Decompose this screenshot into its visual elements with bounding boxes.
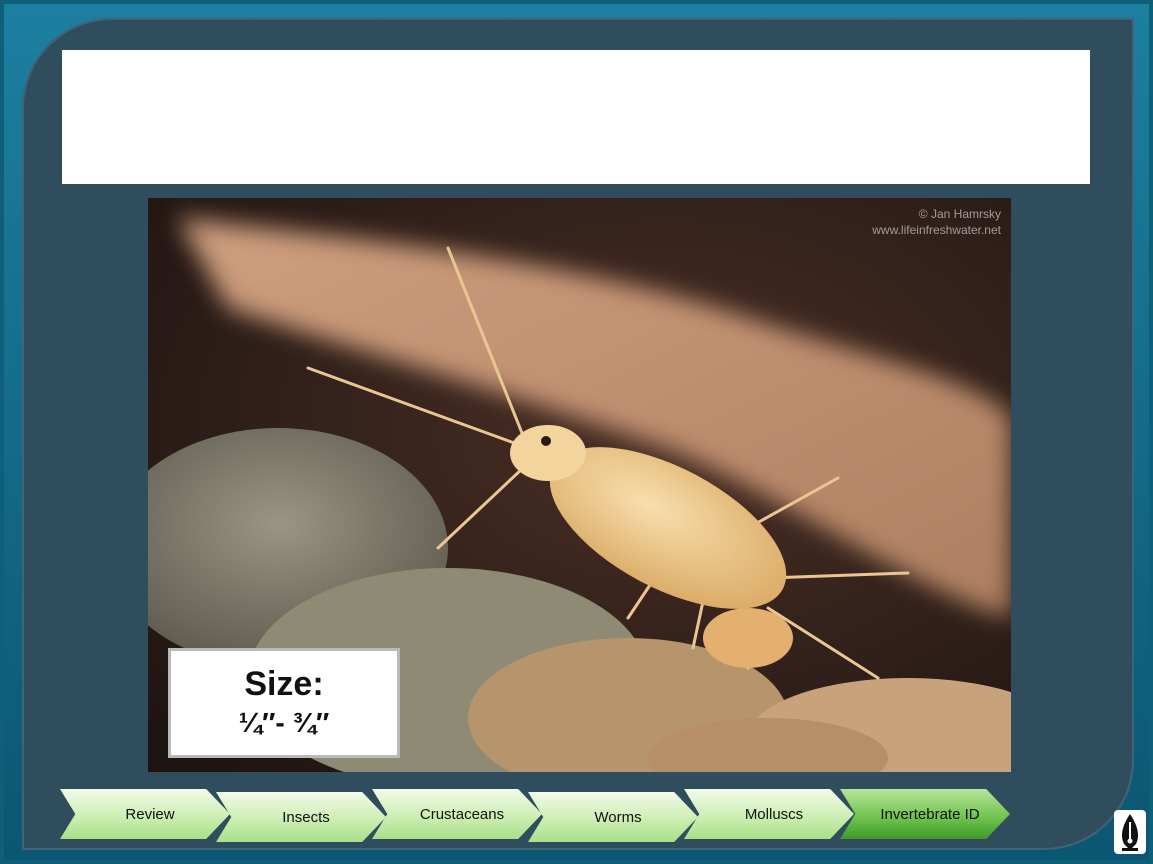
nav-review-label: Review <box>125 805 175 823</box>
size-callout: Size: ¼″- ¾″ <box>168 648 400 758</box>
photo-credit: © Jan Hamrsky www.lifeinfreshwater.net <box>872 206 1001 238</box>
photo-credit-author: © Jan Hamrsky <box>918 207 1001 221</box>
nav-molluscs-label: Molluscs <box>744 805 804 823</box>
nav-worms-label: Worms <box>594 808 642 826</box>
nav-insects-button[interactable]: Insects <box>216 792 386 842</box>
nav-crustaceans-label: Crustaceans <box>419 805 505 823</box>
photo-credit-url: www.lifeinfreshwater.net <box>872 223 1001 237</box>
nav-worms-button[interactable]: Worms <box>528 792 698 842</box>
nav-invertebrate-id-label: Invertebrate ID <box>880 805 980 823</box>
nav-crustaceans-button[interactable]: Crustaceans <box>372 789 542 839</box>
nav-insects-label: Insects <box>282 808 330 826</box>
slide-title-box <box>62 50 1090 184</box>
size-label: Size: <box>244 665 324 703</box>
slide-panel: © Jan Hamrsky www.lifeinfreshwater.net S… <box>22 18 1134 850</box>
nav-review-button[interactable]: Review <box>60 789 230 839</box>
topic-navigation: Review Insects Crustaceans Worms Mollusc… <box>60 789 1020 843</box>
pen-nib-logo-icon <box>1112 808 1148 856</box>
nav-invertebrate-id-button[interactable]: Invertebrate ID <box>840 789 1010 839</box>
amphipod-photo: © Jan Hamrsky www.lifeinfreshwater.net S… <box>148 198 1011 772</box>
nav-molluscs-button[interactable]: Molluscs <box>684 789 854 839</box>
size-value: ¼″- ¾″ <box>238 707 330 738</box>
